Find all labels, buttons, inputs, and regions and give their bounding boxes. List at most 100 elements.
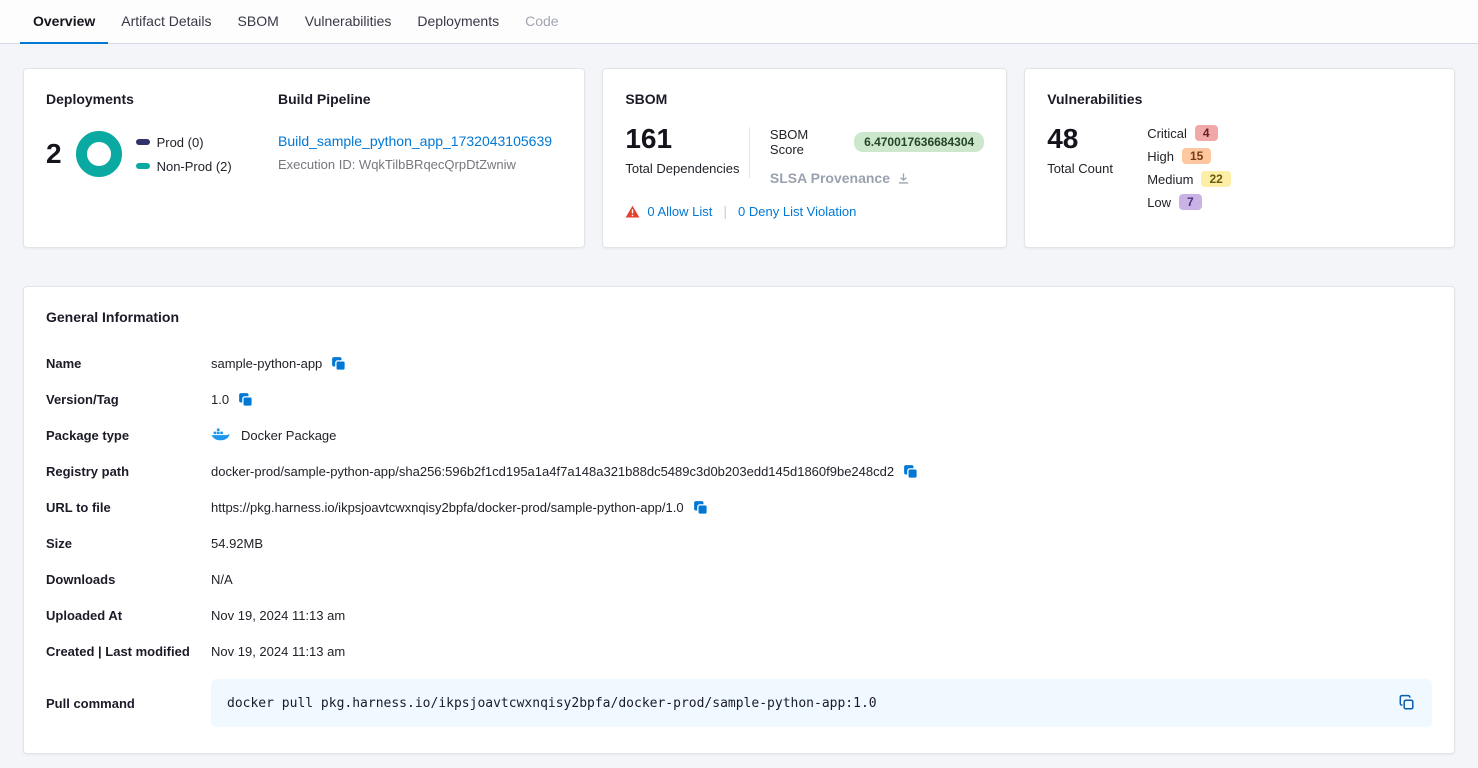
legend-item-prod: Prod (0) — [136, 135, 232, 150]
nonprod-legend-dot — [136, 163, 150, 169]
info-value-size: 54.92MB — [211, 536, 263, 551]
severity-label-medium: Medium — [1147, 172, 1193, 187]
prod-legend-label: Prod (0) — [157, 135, 204, 150]
tab-code: Code — [512, 0, 571, 44]
tab-vulnerabilities[interactable]: Vulnerabilities — [292, 0, 405, 44]
general-information-card: General Information Name sample-python-a… — [23, 286, 1455, 754]
build-pipeline-section: Build Pipeline Build_sample_python_app_1… — [278, 91, 562, 225]
deployments-donut-chart — [76, 131, 122, 177]
copy-icon[interactable] — [331, 356, 346, 371]
info-row-downloads: Downloads N/A — [46, 561, 1432, 597]
severity-badge-critical: 4 — [1195, 125, 1218, 141]
pull-command-text: docker pull pkg.harness.io/ikpsjoavtcwxn… — [227, 696, 877, 711]
download-icon — [897, 172, 910, 185]
vulnerabilities-card: Vulnerabilities 48 Total Count Critical … — [1024, 68, 1455, 248]
info-label-uploaded-at: Uploaded At — [46, 608, 211, 623]
sbom-count: 161 — [625, 125, 749, 153]
docker-icon — [211, 428, 230, 442]
info-row-registry-path: Registry path docker-prod/sample-python-… — [46, 453, 1432, 489]
copy-icon[interactable] — [903, 464, 918, 479]
vulnerabilities-title: Vulnerabilities — [1047, 91, 1432, 107]
info-label-url: URL to file — [46, 500, 211, 515]
info-value-created-modified: Nov 19, 2024 11:13 am — [211, 644, 345, 659]
vulnerabilities-body: 48 Total Count Critical 4 High 15 Medium… — [1047, 125, 1432, 210]
vulnerabilities-count-section: 48 Total Count — [1047, 125, 1147, 210]
info-value-url: https://pkg.harness.io/ikpsjoavtcwxnqisy… — [211, 500, 684, 515]
tab-overview[interactable]: Overview — [20, 0, 108, 44]
severity-badge-medium: 22 — [1201, 171, 1230, 187]
info-value-name: sample-python-app — [211, 356, 322, 371]
copy-icon[interactable] — [693, 500, 708, 515]
sbom-title: SBOM — [625, 91, 984, 107]
pipeline-link[interactable]: Build_sample_python_app_1732043105639 — [278, 133, 552, 149]
sbom-card: SBOM 161 Total Dependencies SBOM Score 6… — [602, 68, 1007, 248]
severity-label-critical: Critical — [1147, 126, 1187, 141]
severity-row-high: High 15 — [1147, 148, 1231, 164]
severity-label-low: Low — [1147, 195, 1171, 210]
severity-label-high: High — [1147, 149, 1174, 164]
info-row-name: Name sample-python-app — [46, 345, 1432, 381]
summary-cards-row: Deployments 2 Prod (0) Non-Prod (2) — [23, 68, 1455, 248]
deployments-body: 2 Prod (0) Non-Prod (2) — [46, 131, 278, 177]
links-divider: | — [723, 203, 727, 219]
deployments-card: Deployments 2 Prod (0) Non-Prod (2) — [23, 68, 585, 248]
info-value-downloads: N/A — [211, 572, 233, 587]
vulnerabilities-count: 48 — [1047, 125, 1147, 153]
info-label-created-modified: Created | Last modified — [46, 644, 211, 659]
info-row-package-type: Package type Docker Package — [46, 417, 1432, 453]
tab-artifact-details[interactable]: Artifact Details — [108, 0, 224, 44]
deployments-title: Deployments — [46, 91, 278, 107]
info-row-uploaded-at: Uploaded At Nov 19, 2024 11:13 am — [46, 597, 1432, 633]
sbom-score-row: SBOM Score 6.470017636684304 — [770, 127, 984, 157]
info-label-name: Name — [46, 356, 211, 371]
build-pipeline-title: Build Pipeline — [278, 91, 562, 107]
info-label-pull-command: Pull command — [46, 696, 211, 711]
info-row-created-modified: Created | Last modified Nov 19, 2024 11:… — [46, 633, 1432, 669]
severity-badge-low: 7 — [1179, 194, 1202, 210]
warning-icon — [625, 205, 640, 218]
sbom-score-badge: 6.470017636684304 — [854, 132, 984, 152]
info-label-package-type: Package type — [46, 428, 211, 443]
prod-legend-dot — [136, 139, 150, 145]
info-value-version: 1.0 — [211, 392, 229, 407]
slsa-provenance-link[interactable]: SLSA Provenance — [770, 170, 984, 186]
nonprod-legend-label: Non-Prod (2) — [157, 159, 232, 174]
info-value-uploaded-at: Nov 19, 2024 11:13 am — [211, 608, 345, 623]
tab-bar: Overview Artifact Details SBOM Vulnerabi… — [0, 0, 1478, 44]
tab-sbom[interactable]: SBOM — [225, 0, 292, 44]
legend-item-nonprod: Non-Prod (2) — [136, 159, 232, 174]
deployments-count: 2 — [46, 140, 62, 168]
sbom-body: 161 Total Dependencies SBOM Score 6.4700… — [625, 125, 984, 186]
info-row-version: Version/Tag 1.0 — [46, 381, 1432, 417]
tab-deployments[interactable]: Deployments — [404, 0, 512, 44]
info-row-size: Size 54.92MB — [46, 525, 1432, 561]
info-label-registry-path: Registry path — [46, 464, 211, 479]
sbom-score-section: SBOM Score 6.470017636684304 SLSA Proven… — [750, 125, 984, 186]
info-value-package-type: Docker Package — [241, 428, 336, 443]
info-label-downloads: Downloads — [46, 572, 211, 587]
severity-row-medium: Medium 22 — [1147, 171, 1231, 187]
info-label-size: Size — [46, 536, 211, 551]
severity-row-low: Low 7 — [1147, 194, 1231, 210]
info-value-registry-path: docker-prod/sample-python-app/sha256:596… — [211, 464, 894, 479]
pull-command-box: docker pull pkg.harness.io/ikpsjoavtcwxn… — [211, 679, 1432, 727]
pull-command-copy-icon[interactable] — [1398, 694, 1416, 712]
deployments-legend: Prod (0) Non-Prod (2) — [136, 135, 232, 174]
slsa-provenance-label: SLSA Provenance — [770, 170, 890, 186]
info-row-pull-command: Pull command docker pull pkg.harness.io/… — [46, 679, 1432, 727]
info-label-version: Version/Tag — [46, 392, 211, 407]
general-information-title: General Information — [46, 309, 1432, 325]
allow-list-link[interactable]: 0 Allow List — [647, 204, 712, 219]
sbom-policy-links: 0 Allow List | 0 Deny List Violation — [625, 203, 984, 219]
deployments-section: Deployments 2 Prod (0) Non-Prod (2) — [46, 91, 278, 225]
page-content: Deployments 2 Prod (0) Non-Prod (2) — [0, 44, 1478, 768]
copy-icon[interactable] — [238, 392, 253, 407]
severity-badge-high: 15 — [1182, 148, 1211, 164]
vulnerabilities-count-label: Total Count — [1047, 161, 1147, 176]
sbom-count-section: 161 Total Dependencies — [625, 125, 749, 176]
severity-row-critical: Critical 4 — [1147, 125, 1231, 141]
deny-list-link[interactable]: 0 Deny List Violation — [738, 204, 856, 219]
sbom-score-label: SBOM Score — [770, 127, 845, 157]
sbom-count-label: Total Dependencies — [625, 161, 749, 176]
execution-id-text: Execution ID: WqkTilbBRqecQrpDtZwniw — [278, 157, 562, 172]
